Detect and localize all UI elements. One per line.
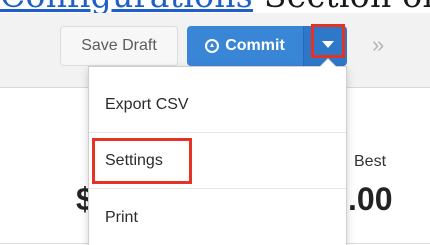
best-value: .00 — [348, 181, 393, 217]
best-label: Best — [354, 153, 387, 170]
dropdown-pointer — [319, 58, 337, 67]
menu-item-label: Print — [105, 209, 138, 226]
menu-item-export-csv[interactable]: Export CSV — [89, 78, 346, 132]
upload-circle-icon — [205, 39, 220, 53]
menu-item-label: Export CSV — [105, 96, 189, 113]
commit-actions-dropdown: Export CSV Settings Print — [88, 58, 347, 245]
commit-button[interactable]: Commit — [187, 26, 303, 66]
settings-highlight-box — [92, 138, 192, 184]
menu-divider — [89, 132, 346, 133]
save-draft-button[interactable]: Save Draft — [60, 26, 178, 66]
menu-item-print[interactable]: Print — [89, 191, 346, 245]
menu-divider — [89, 188, 346, 189]
commit-label: Commit — [225, 37, 285, 54]
save-draft-label: Save Draft — [81, 37, 157, 54]
caret-highlight-box — [311, 24, 345, 58]
double-chevron-right-icon[interactable]: » — [372, 32, 384, 58]
